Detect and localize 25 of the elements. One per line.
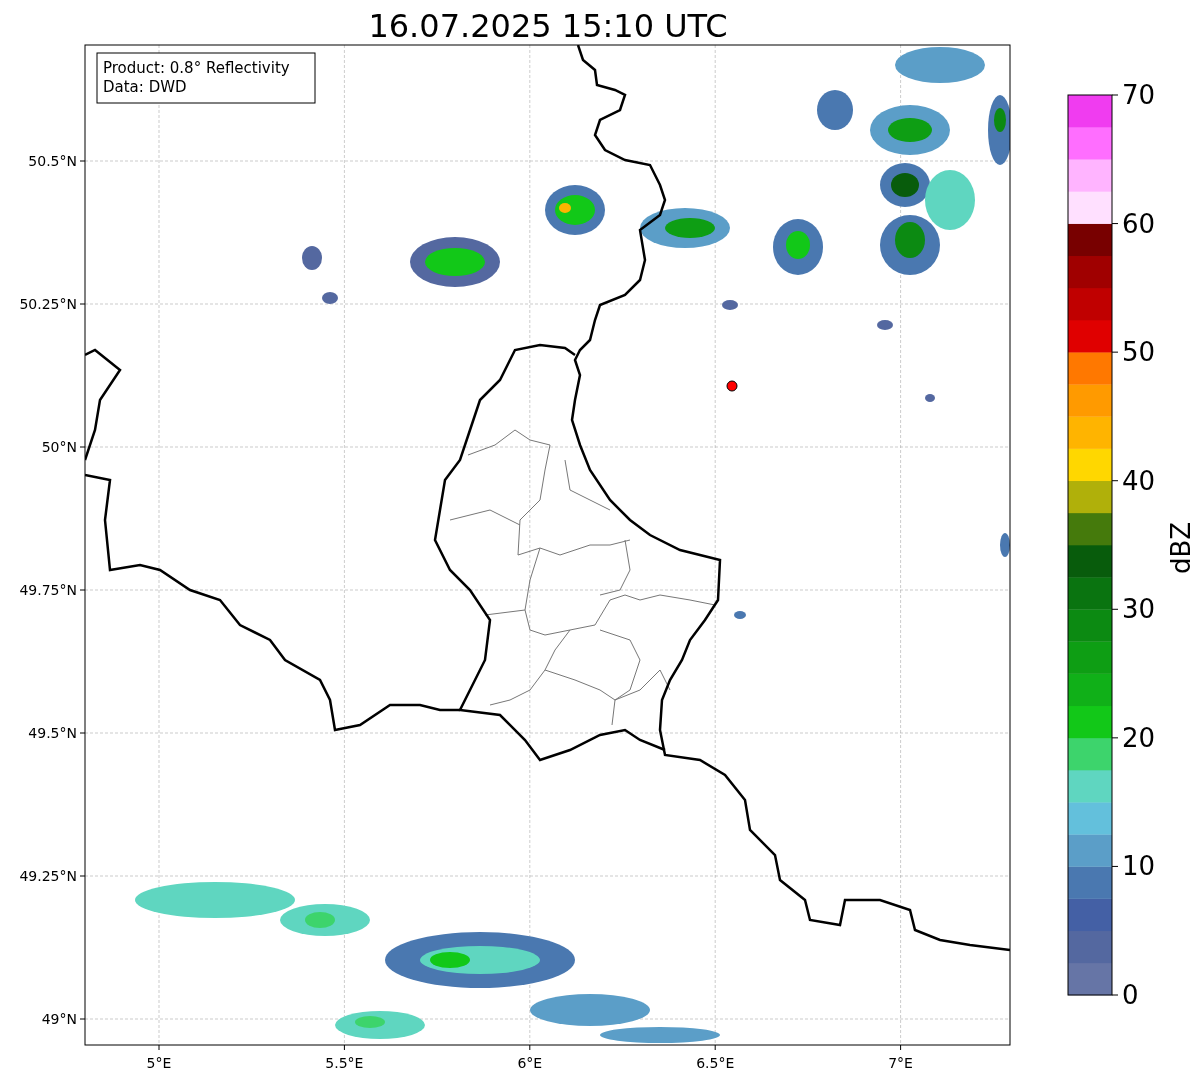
colorbar-tick-label: 30 bbox=[1122, 594, 1156, 625]
y-tick-label: 49°N bbox=[41, 1011, 77, 1027]
colorbar-tick-label: 50 bbox=[1122, 337, 1156, 368]
colorbar-tick-label: 0 bbox=[1122, 980, 1139, 1010]
colorbar-tick-label: 60 bbox=[1122, 208, 1156, 239]
x-tick-label: 5.5°E bbox=[325, 1055, 364, 1071]
y-tick-label: 49.25°N bbox=[19, 868, 77, 884]
y-tick-label: 50.5°N bbox=[28, 153, 77, 169]
legend-text: Product: 0.8° Reflectivity bbox=[103, 59, 290, 77]
colorbar-label: dBZ bbox=[1166, 521, 1196, 575]
y-tick-label: 49.75°N bbox=[19, 582, 77, 598]
chart-title: 16.07.2025 15:10 UTC bbox=[368, 7, 728, 45]
x-tick-label: 6°E bbox=[517, 1055, 543, 1071]
y-tick-label: 50°N bbox=[41, 439, 77, 455]
location-marker bbox=[726, 380, 738, 392]
colorbar-tick-label: 70 bbox=[1122, 80, 1156, 110]
x-tick-label: 5°E bbox=[146, 1055, 172, 1071]
legend-text: Data: DWD bbox=[103, 78, 187, 96]
colorbar-tick-label: 20 bbox=[1122, 722, 1156, 753]
colorbar-tick-label: 40 bbox=[1122, 465, 1156, 496]
colorbar-tick-label: 10 bbox=[1122, 851, 1156, 882]
x-tick-label: 7°E bbox=[888, 1055, 913, 1071]
y-tick-label: 49.5°N bbox=[28, 725, 77, 741]
x-tick-label: 6.5°E bbox=[696, 1055, 735, 1071]
y-tick-label: 50.25°N bbox=[19, 296, 77, 312]
